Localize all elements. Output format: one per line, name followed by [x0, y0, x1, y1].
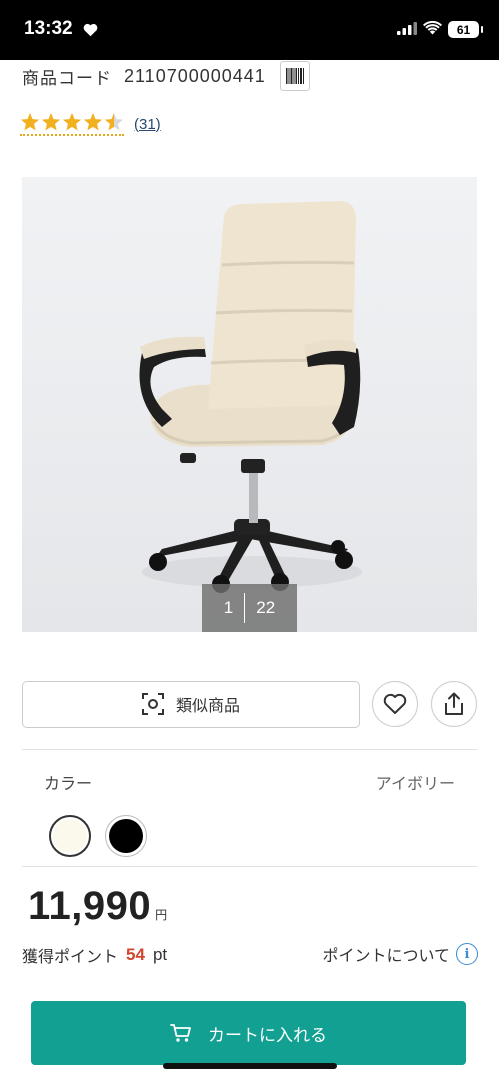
- price-unit: 円: [155, 908, 168, 922]
- points-label: 獲得ポイント: [22, 947, 119, 966]
- status-indicators: 61: [397, 20, 483, 39]
- points-about-label: ポイントについて: [322, 946, 450, 965]
- color-swatches: [49, 815, 147, 857]
- share-icon: [445, 692, 463, 715]
- add-to-cart-label: カートに入れる: [208, 1025, 327, 1046]
- image-counter-divider: [244, 593, 246, 623]
- ivory-color-dot: [53, 819, 87, 853]
- share-button[interactable]: [431, 681, 477, 727]
- home-indicator[interactable]: [163, 1063, 337, 1069]
- star-icon: [41, 112, 61, 131]
- status-time: 13:32: [24, 18, 73, 39]
- action-row: 類似商品: [22, 680, 478, 728]
- info-icon: i: [456, 943, 478, 965]
- rating-row[interactable]: (31): [20, 112, 161, 136]
- star-icon: [62, 112, 82, 131]
- similar-products-button[interactable]: 類似商品: [22, 680, 360, 728]
- image-counter-total: 22: [256, 598, 276, 617]
- image-counter: 1 22: [202, 584, 297, 632]
- heart-status-icon: [83, 22, 98, 41]
- color-swatch-ivory[interactable]: [49, 815, 91, 857]
- points-about-link[interactable]: ポイントについて i: [322, 942, 478, 966]
- image-counter-current: 1: [223, 598, 234, 617]
- visual-search-icon: [141, 693, 164, 715]
- price: 11,990 円: [28, 884, 167, 929]
- cart-icon: [170, 1024, 191, 1042]
- battery-icon: 61: [448, 21, 483, 38]
- points-row: 獲得ポイント 54 pt ポイントについて i: [22, 942, 478, 968]
- divider: [22, 749, 477, 750]
- color-label: カラー: [44, 774, 93, 793]
- signal-icon: [397, 20, 417, 39]
- favorite-button[interactable]: [372, 681, 418, 727]
- heart-icon: [383, 693, 407, 714]
- product-code-row: 商品コード 2110700000441: [22, 60, 310, 92]
- barcode-icon[interactable]: [279, 61, 310, 91]
- office-chair-image: [139, 201, 362, 593]
- divider: [22, 866, 477, 867]
- star-icon: [20, 112, 40, 131]
- add-to-cart-button[interactable]: カートに入れる: [31, 1001, 466, 1065]
- product-code-label: 商品コード: [22, 68, 112, 89]
- points-value: 54: [126, 945, 145, 964]
- star-icon: [83, 112, 103, 131]
- selected-color-name: アイボリー: [375, 774, 455, 793]
- black-color-dot: [109, 819, 143, 853]
- product-code-value: 2110700000441: [124, 65, 266, 86]
- star-rating: [20, 112, 124, 136]
- product-image[interactable]: 1 22: [22, 177, 477, 632]
- similar-products-label: 類似商品: [175, 696, 240, 715]
- status-bar: 13:32 61: [0, 0, 499, 60]
- wifi-icon: [423, 20, 442, 39]
- points-unit: pt: [152, 945, 168, 964]
- price-value: 11,990: [28, 884, 152, 928]
- color-swatch-black[interactable]: [105, 815, 147, 857]
- review-count-link[interactable]: (31): [134, 116, 161, 133]
- half-star-icon: [104, 112, 124, 131]
